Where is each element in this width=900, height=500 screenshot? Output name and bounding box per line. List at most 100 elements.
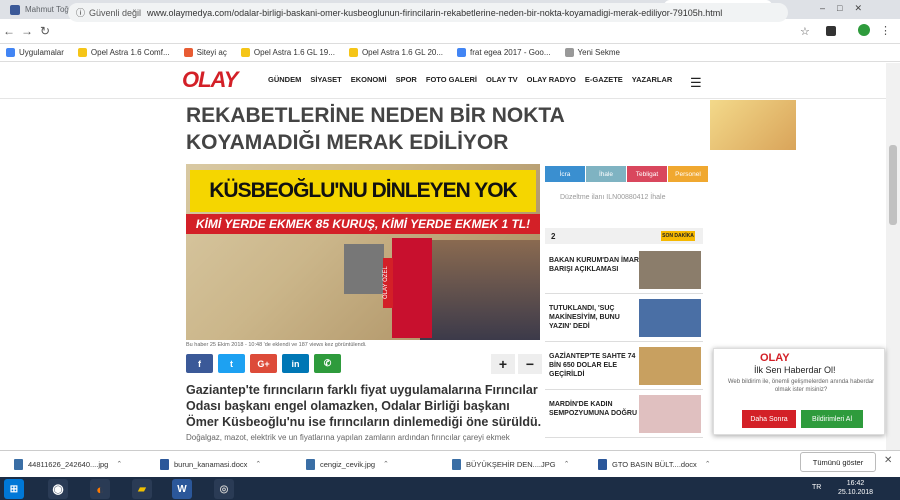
- font-decrease-button[interactable]: −: [518, 354, 542, 374]
- bookmark-item[interactable]: Opel Astra 1.6 GL 20...: [348, 48, 443, 57]
- bookmark-item[interactable]: Yeni Sekme: [564, 48, 620, 57]
- news-item[interactable]: TUTUKLANDI, 'SUÇ MAKİNESİYİM, BUNU YAZIN…: [545, 296, 703, 342]
- start-icon[interactable]: ⊞: [4, 479, 24, 499]
- site-nav-item[interactable]: EKONOMİ: [351, 75, 387, 84]
- article-meta: Bu haber 25 Ekim 2018 - 10:48 'de eklend…: [186, 342, 367, 348]
- site-nav-item[interactable]: SPOR: [396, 75, 417, 84]
- later-button[interactable]: Daha Sonra: [742, 410, 796, 428]
- address-bar[interactable]: ⓘ Güvenli değil www.olaymedya.com/odalar…: [68, 3, 788, 22]
- scrollbar[interactable]: [886, 63, 900, 450]
- star-icon[interactable]: ☆: [800, 25, 810, 38]
- download-item[interactable]: burun_kanamasi.docx ⌃: [160, 456, 261, 472]
- news-item[interactable]: GAZİANTEP'TE SAHTE 74 BİN 650 DOLAR ELE …: [545, 344, 703, 390]
- news-item[interactable]: MARDİN'DE KADIN SEMPOZYUMUNA DOĞRU: [545, 392, 703, 438]
- hero-portrait: [420, 240, 540, 340]
- site-logo[interactable]: OLAY: [182, 67, 262, 92]
- back-icon[interactable]: ←: [0, 24, 18, 38]
- ad-image[interactable]: [710, 100, 796, 150]
- chevron-up-icon[interactable]: ⌃: [255, 460, 261, 468]
- download-filename: GTO BASIN BÜLT....docx: [612, 459, 697, 469]
- forward-icon[interactable]: →: [18, 24, 36, 38]
- bookmark-icon: [240, 48, 250, 57]
- downloads-bar: [0, 450, 900, 477]
- chrome-icon[interactable]: ◉: [48, 479, 68, 499]
- notice-text[interactable]: Düzeltme ilanı ILN00880412 İhale: [560, 194, 665, 201]
- download-filename: BÜYÜKŞEHİR DEN....JPG: [466, 459, 556, 469]
- popup-logo: OLAY: [760, 352, 790, 364]
- hamburger-icon[interactable]: ☰: [690, 75, 702, 91]
- article-lead: Gaziantep'te fırıncıların farklı fiyat u…: [186, 383, 542, 429]
- bookmark-label: Opel Astra 1.6 Comf...: [90, 48, 170, 57]
- close-icon[interactable]: ✕: [884, 455, 892, 466]
- share-buttons: f t G+ in ✆: [186, 354, 346, 373]
- show-all-downloads-button[interactable]: Tümünü göster: [800, 452, 876, 472]
- download-item[interactable]: GTO BASIN BÜLT....docx ⌃: [598, 456, 711, 472]
- download-item[interactable]: cengiz_cevik.jpg ⌃: [306, 456, 389, 472]
- bookmark-label: Yeni Sekme: [577, 48, 620, 57]
- download-item[interactable]: 44811626_242640....jpg ⌃: [14, 456, 122, 472]
- notice-tab[interactable]: İcra: [545, 166, 585, 182]
- clock-time: 16:42: [846, 480, 865, 487]
- chevron-up-icon[interactable]: ⌃: [383, 460, 389, 468]
- bookmark-icon: [457, 48, 467, 57]
- popup-body: Web bildirim ile, önemli gelişmelerden a…: [727, 379, 875, 393]
- bookmark-icon: [348, 48, 358, 57]
- news-thumbnail: [639, 347, 701, 385]
- bookmark-item[interactable]: Siteyi aç: [183, 48, 227, 57]
- twitter-share-button[interactable]: t: [218, 354, 245, 373]
- notice-tab[interactable]: Tebligat: [627, 166, 667, 182]
- news-thumbnail: [639, 251, 701, 289]
- chevron-up-icon[interactable]: ⌃: [564, 460, 570, 468]
- language-indicator[interactable]: TR: [812, 484, 821, 491]
- bookmark-icon: [183, 48, 193, 57]
- facebook-share-button[interactable]: f: [186, 354, 213, 373]
- extension-icon[interactable]: [826, 26, 836, 36]
- site-nav-item[interactable]: OLAY RADYO: [527, 75, 576, 84]
- site-nav-item[interactable]: OLAY TV: [486, 75, 518, 84]
- site-nav-item[interactable]: FOTO GALERİ: [426, 75, 477, 84]
- site-nav: GÜNDEM SİYASET EKONOMİ SPOR FOTO GALERİ OLAY …: [268, 75, 681, 84]
- reload-icon[interactable]: ↻: [36, 24, 54, 38]
- hero-tag: OLAY ÖZEL: [383, 258, 393, 308]
- bookmark-icon: [6, 48, 15, 57]
- notice-tab[interactable]: Personel: [668, 166, 708, 182]
- news-widget-header: 2 SON DAKİKA: [545, 228, 703, 244]
- download-filename: 44811626_242640....jpg: [28, 459, 109, 469]
- site-nav-item[interactable]: GÜNDEM: [268, 75, 301, 84]
- googleplus-share-button[interactable]: G+: [250, 354, 277, 373]
- news-title: MARDİN'DE KADIN SEMPOZYUMUNA DOĞRU: [549, 401, 638, 417]
- notice-tab[interactable]: İhale: [586, 166, 626, 182]
- bookmark-item[interactable]: Uygulamalar: [6, 48, 64, 57]
- scrollbar-thumb[interactable]: [889, 145, 897, 225]
- download-item[interactable]: BÜYÜKŞEHİR DEN....JPG ⌃: [452, 456, 569, 472]
- site-nav-item[interactable]: SİYASET: [310, 75, 341, 84]
- bookmark-item[interactable]: Opel Astra 1.6 GL 19...: [240, 48, 335, 57]
- app-icon[interactable]: ◎: [214, 479, 234, 499]
- allow-notifications-button[interactable]: Bildirimleri Al: [801, 410, 863, 428]
- file-icon: [306, 458, 315, 470]
- bookmark-item[interactable]: frat egea 2017 - Goo...: [457, 48, 551, 57]
- headline-line-1: REKABETLERİNE NEDEN BİR NOKTA: [186, 104, 565, 127]
- window-controls[interactable]: –□✕: [820, 3, 874, 14]
- info-icon[interactable]: ⓘ: [76, 6, 85, 19]
- linkedin-share-button[interactable]: in: [282, 354, 309, 373]
- firefox-icon[interactable]: ◐: [90, 479, 110, 499]
- bookmark-item[interactable]: Opel Astra 1.6 Comf...: [77, 48, 170, 57]
- news-title: GAZİANTEP'TE SAHTE 74 BİN 650 DOLAR ELE …: [549, 353, 636, 378]
- bookmark-icon: [77, 48, 87, 57]
- chevron-up-icon[interactable]: ⌃: [116, 460, 122, 468]
- font-size-controls: + −: [488, 354, 542, 374]
- profile-avatar[interactable]: [858, 24, 870, 36]
- site-nav-item[interactable]: E-GAZETE: [585, 75, 623, 84]
- folder-icon[interactable]: ▰: [132, 479, 152, 499]
- news-item[interactable]: BAKAN KURUM'DAN İMAR BARIŞI AÇIKLAMASI: [545, 248, 703, 294]
- font-increase-button[interactable]: +: [491, 354, 515, 374]
- whatsapp-share-button[interactable]: ✆: [314, 354, 341, 373]
- menu-icon[interactable]: ⋮: [880, 24, 891, 37]
- bookmark-label: Uygulamalar: [19, 48, 64, 57]
- word-icon[interactable]: W: [172, 479, 192, 499]
- site-nav-item[interactable]: YAZARLAR: [632, 75, 673, 84]
- popup-title: İlk Sen Haberdar Ol!: [754, 365, 836, 375]
- clock[interactable]: 16:42 25.10.2018: [838, 479, 873, 497]
- chevron-up-icon[interactable]: ⌃: [705, 460, 711, 468]
